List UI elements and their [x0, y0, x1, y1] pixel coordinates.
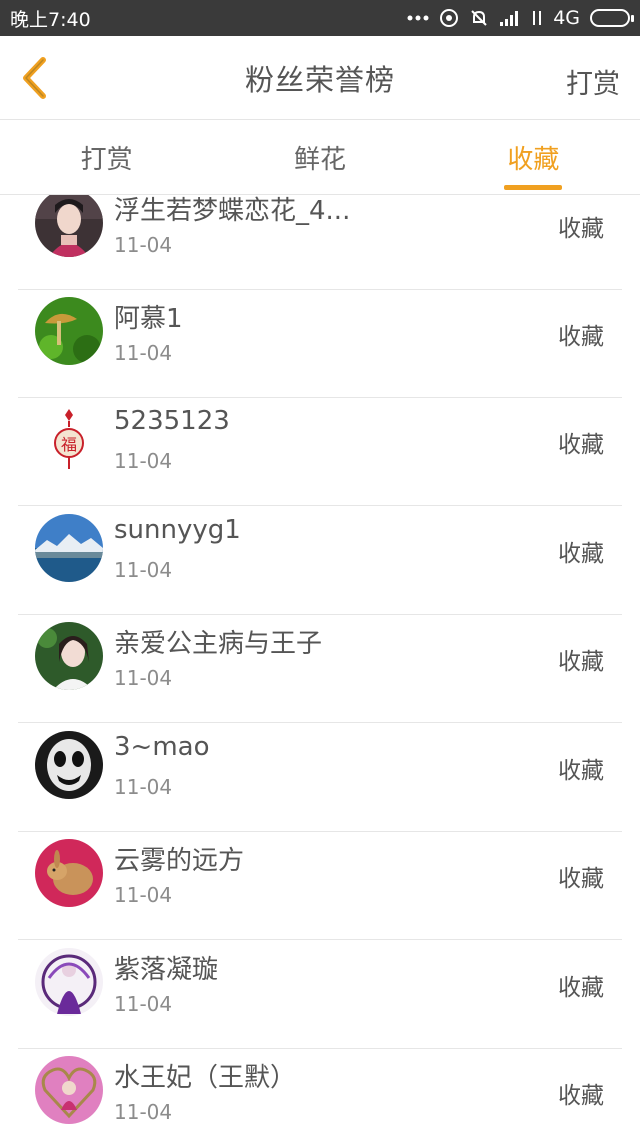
- item-date: 11-04: [114, 1100, 173, 1124]
- item-action: 收藏: [558, 1083, 604, 1109]
- item-action: 收藏: [558, 649, 604, 675]
- user-name: 紫落凝璇: [114, 955, 219, 985]
- list-item[interactable]: 浮生若梦蝶恋花_4... 11-04 收藏: [18, 195, 622, 290]
- list-item[interactable]: 福 5235123 11-04 收藏: [18, 398, 622, 506]
- list-item[interactable]: sunnyyg1 11-04 收藏: [18, 507, 622, 615]
- user-name: 阿慕1: [114, 304, 183, 334]
- nav-header: 粉丝荣誉榜 打赏: [0, 36, 640, 120]
- list-item[interactable]: 水王妃（王默） 11-04 收藏: [18, 1049, 622, 1138]
- user-name: 3~mao: [114, 732, 210, 762]
- status-icons: 4G: [407, 7, 634, 29]
- item-date: 11-04: [114, 558, 173, 582]
- item-action: 收藏: [558, 541, 604, 567]
- list-item[interactable]: 阿慕1 11-04 收藏: [18, 290, 622, 398]
- more-dots-icon: [407, 14, 429, 22]
- item-action: 收藏: [558, 324, 604, 350]
- user-name: 浮生若梦蝶恋花_4...: [114, 196, 351, 226]
- avatar: [35, 839, 103, 907]
- item-date: 11-04: [114, 775, 173, 799]
- item-date: 11-04: [114, 992, 173, 1016]
- battery-icon: [590, 9, 634, 27]
- tab-label: 收藏: [507, 145, 560, 175]
- user-name: 水王妃（王默）: [114, 1063, 297, 1093]
- item-date: 11-04: [114, 233, 173, 257]
- status-time: 晚上7:40: [10, 8, 91, 31]
- avatar: [35, 1056, 103, 1124]
- item-action: 收藏: [558, 432, 604, 458]
- bell-muted-icon: [469, 8, 489, 28]
- list-item[interactable]: 3~mao 11-04 收藏: [18, 724, 622, 832]
- avatar: [35, 731, 103, 799]
- signal-icon: [499, 10, 521, 26]
- avatar: 福: [35, 405, 103, 473]
- reward-button[interactable]: 打赏: [566, 62, 620, 101]
- list-item[interactable]: 紫落凝璇 11-04 收藏: [18, 941, 622, 1049]
- data-arrows-icon: [531, 9, 543, 27]
- tab-flowers[interactable]: 鲜花: [213, 121, 426, 194]
- user-name: 云雾的远方: [114, 846, 245, 876]
- item-date: 11-04: [114, 666, 173, 690]
- item-action: 收藏: [558, 216, 604, 242]
- page-title: 粉丝荣誉榜: [244, 62, 395, 97]
- tab-reward[interactable]: 打赏: [0, 121, 213, 194]
- status-bar: 晚上7:40 4G: [0, 0, 640, 36]
- item-action: 收藏: [558, 975, 604, 1001]
- user-name: sunnyyg1: [114, 515, 241, 545]
- avatar: [35, 622, 103, 690]
- item-action: 收藏: [558, 758, 604, 784]
- avatar: [35, 948, 103, 1016]
- tab-label: 鲜花: [293, 145, 346, 175]
- avatar: [35, 514, 103, 582]
- network-type: 4G: [553, 7, 580, 29]
- tab-label: 打赏: [80, 145, 133, 175]
- item-action: 收藏: [558, 866, 604, 892]
- tab-bar: 打赏 鲜花 收藏: [0, 121, 640, 195]
- fan-list: 浮生若梦蝶恋花_4... 11-04 收藏 阿慕1 11-04 收藏 福 523…: [0, 195, 640, 1138]
- list-item[interactable]: 亲爱公主病与王子 11-04 收藏: [18, 615, 622, 723]
- user-name: 5235123: [114, 406, 230, 436]
- back-button[interactable]: [14, 56, 54, 104]
- avatar: [35, 195, 103, 257]
- tab-favorites[interactable]: 收藏: [427, 121, 640, 194]
- alarm-icon: [439, 8, 459, 28]
- item-date: 11-04: [114, 883, 173, 907]
- tab-active-indicator: [504, 185, 563, 190]
- svg-text:福: 福: [61, 435, 77, 454]
- item-date: 11-04: [114, 449, 173, 473]
- list-item[interactable]: 云雾的远方 11-04 收藏: [18, 832, 622, 940]
- chevron-left-icon: [19, 56, 49, 104]
- user-name: 亲爱公主病与王子: [114, 629, 323, 659]
- avatar: [35, 297, 103, 365]
- item-date: 11-04: [114, 341, 173, 365]
